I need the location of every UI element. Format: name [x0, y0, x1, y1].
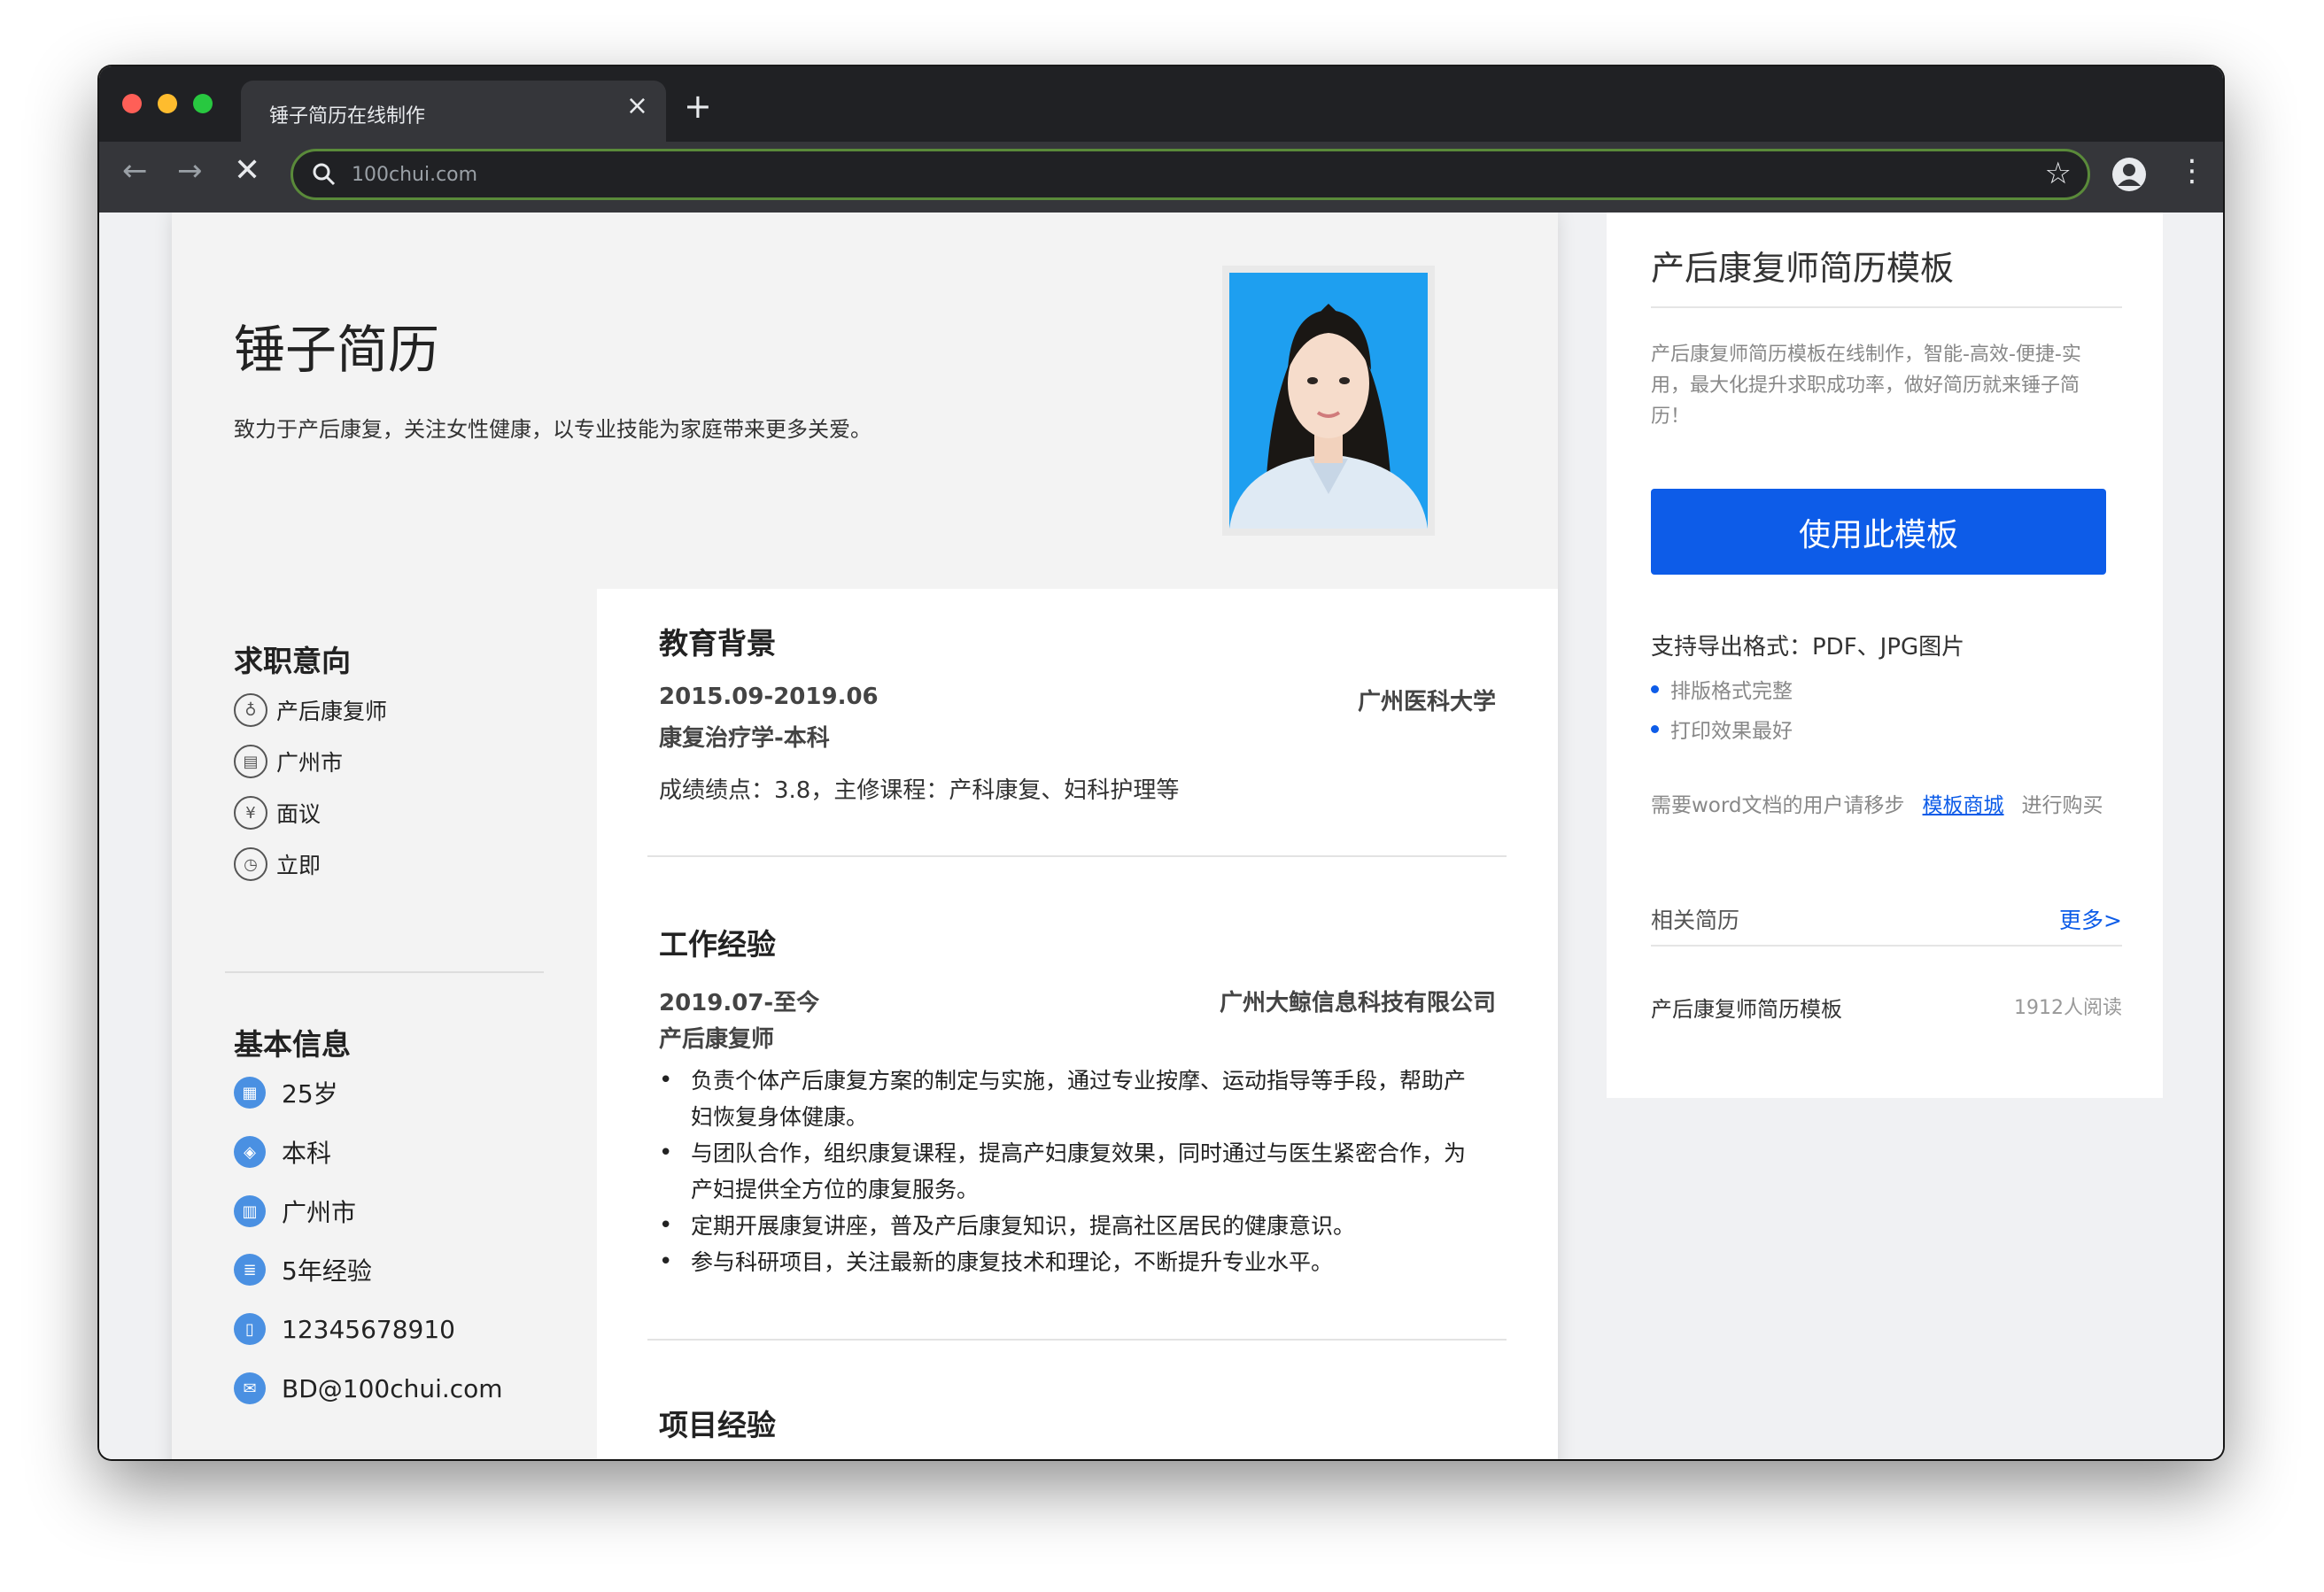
education-detail: 成绩绩点：3.8，主修课程：产科康复、妇科护理等	[659, 777, 1180, 804]
document-icon: ≣	[234, 1254, 266, 1286]
info-row: ◈ 本科	[234, 1132, 331, 1171]
profile-photo	[1222, 266, 1435, 536]
read-count: 1912人阅读	[2014, 997, 2122, 1019]
related-resumes-title: 相关简历	[1651, 908, 1740, 933]
info-row: ▥ 广州市	[234, 1192, 356, 1231]
intent-city: 广州市	[276, 750, 344, 776]
work-period: 2019.07-至今	[659, 990, 820, 1016]
bullet-dot-icon	[1651, 684, 1659, 693]
address-bar[interactable]: 100chui.com ☆	[290, 149, 2090, 200]
calendar-icon: ▦	[234, 1077, 266, 1109]
info-row: ▦ 25岁	[234, 1073, 338, 1112]
phone-icon: ▯	[234, 1313, 266, 1345]
intent-salary: 面议	[276, 801, 321, 827]
related-resume-link[interactable]: 产后康复师简历模板	[1651, 992, 1842, 1023]
url-text[interactable]: 100chui.com	[352, 164, 477, 186]
intent-availability: 立即	[276, 853, 321, 878]
profile-icon[interactable]	[2111, 157, 2147, 192]
back-arrow-icon[interactable]: ←	[122, 156, 148, 186]
mail-icon: ✉	[234, 1372, 266, 1404]
browser-toolbar: ← → ✕ 100chui.com ☆ ⋮	[99, 142, 2223, 213]
intent-row: ◷ 立即	[234, 845, 321, 884]
export-formats: 支持导出格式：PDF、JPG图片	[1651, 634, 1965, 661]
info-row: ▯ 12345678910	[234, 1310, 455, 1349]
yen-icon: ¥	[234, 796, 267, 830]
template-description: 产后康复师简历模板在线制作，智能-高效-便捷-实用，最大化提升求职成功率，做好简…	[1651, 344, 2081, 428]
portrait-image	[1229, 273, 1428, 529]
education-title: 教育背景	[659, 626, 776, 661]
page-viewport: 锤子简历 致力于产后康复，关注女性健康，以专业技能为家庭带来更多关爱。 求职意向…	[99, 213, 2223, 1459]
info-row: ✉ BD@100chui.com	[234, 1369, 503, 1408]
info-city: 广州市	[282, 1198, 357, 1227]
tie-icon: ♁	[234, 693, 267, 727]
resume-motto: 致力于产后康复，关注女性健康，以专业技能为家庭带来更多关爱。	[234, 417, 872, 442]
info-degree: 本科	[282, 1139, 332, 1168]
minimize-window-button[interactable]	[158, 94, 177, 113]
resume-header: 锤子简历 致力于产后康复，关注女性健康，以专业技能为家庭带来更多关爱。	[172, 213, 1558, 589]
template-title: 产后康复师简历模板	[1651, 249, 1955, 288]
browser-window: 锤子简历在线制作 × + ← → ✕ 100chui.com ☆ ⋮ 锤子简历	[99, 66, 2223, 1459]
education-major: 康复治疗学-本科	[659, 725, 830, 752]
intent-row: ¥ 面议	[234, 793, 321, 832]
work-bullets: 负责个体产后康复方案的制定与实施，通过专业按摩、运动指导等手段，帮助产妇恢复身体…	[659, 1063, 1474, 1280]
feature-item: 排版格式完整	[1651, 674, 1793, 704]
clock-icon: ◷	[234, 847, 267, 881]
side-divider	[1651, 945, 2122, 947]
resume-preview: 锤子简历 致力于产后康复，关注女性健康，以专业技能为家庭带来更多关爱。 求职意向…	[172, 213, 1558, 1459]
graduation-cap-icon: ◈	[234, 1136, 266, 1168]
building-icon: ▤	[234, 745, 267, 778]
info-experience: 5年经验	[282, 1256, 372, 1286]
template-side-panel: 产后康复师简历模板 产后康复师简历模板在线制作，智能-高效-便捷-实用，最大化提…	[1607, 213, 2163, 1098]
intent-title: 求职意向	[234, 644, 351, 678]
project-title: 项目经验	[659, 1408, 776, 1442]
left-divider	[225, 971, 544, 973]
word-notice-post: 进行购买	[2021, 794, 2103, 817]
word-notice-pre: 需要word文档的用户请移步	[1651, 794, 1905, 817]
search-icon	[313, 163, 336, 186]
section-divider	[647, 1339, 1507, 1341]
close-window-button[interactable]	[122, 94, 142, 113]
work-company: 广州大鲸信息科技有限公司	[1219, 990, 1496, 1016]
more-link[interactable]: 更多>	[2059, 903, 2122, 935]
tab-close-icon[interactable]: ×	[626, 93, 648, 120]
side-divider	[1651, 306, 2122, 308]
work-position: 产后康复师	[659, 1026, 775, 1053]
basic-info-title: 基本信息	[234, 1027, 351, 1062]
intent-row: ♁ 产后康复师	[234, 691, 387, 730]
intent-position: 产后康复师	[276, 699, 388, 724]
bookmark-star-icon[interactable]: ☆	[2045, 158, 2072, 189]
tab-title: 锤子简历在线制作	[269, 105, 426, 128]
forward-arrow-icon[interactable]: →	[177, 156, 203, 186]
use-template-button[interactable]: 使用此模板	[1651, 489, 2106, 575]
education-period: 2015.09-2019.06	[659, 684, 879, 710]
info-phone: 12345678910	[282, 1314, 455, 1344]
intent-row: ▤ 广州市	[234, 742, 343, 781]
info-row: ≣ 5年经验	[234, 1250, 372, 1289]
list-item: 参与科研项目，关注最新的康复技术和理论，不断提升专业水平。	[659, 1244, 1474, 1280]
list-item: 负责个体产后康复方案的制定与实施，通过专业按摩、运动指导等手段，帮助产妇恢复身体…	[659, 1063, 1474, 1135]
template-store-link[interactable]: 模板商城	[1923, 794, 2004, 817]
feature-text: 打印效果最好	[1670, 720, 1793, 743]
kebab-menu-icon[interactable]: ⋮	[2177, 156, 2207, 186]
work-title: 工作经验	[659, 927, 776, 962]
tab-active[interactable]: 锤子简历在线制作 ×	[241, 81, 666, 142]
info-email: BD@100chui.com	[282, 1373, 503, 1403]
new-tab-icon[interactable]: +	[684, 89, 712, 123]
stop-loading-icon[interactable]: ✕	[234, 155, 260, 187]
tab-bar: 锤子简历在线制作 × +	[99, 66, 2223, 142]
building-icon: ▥	[234, 1195, 266, 1227]
education-school: 广州医科大学	[1357, 689, 1496, 715]
feature-item: 打印效果最好	[1651, 714, 1793, 744]
resume-name: 锤子简历	[234, 320, 440, 380]
list-item: 定期开展康复讲座，普及产后康复知识，提高社区居民的健康意识。	[659, 1208, 1474, 1244]
feature-text: 排版格式完整	[1670, 680, 1793, 703]
info-age: 25岁	[282, 1079, 338, 1109]
bullet-dot-icon	[1651, 724, 1659, 733]
word-notice: 需要word文档的用户请移步 模板商城 进行购买	[1651, 788, 2103, 818]
list-item: 与团队合作，组织康复课程，提高产妇康复效果，同时通过与医生紧密合作，为产妇提供全…	[659, 1135, 1474, 1208]
section-divider	[647, 855, 1507, 857]
maximize-window-button[interactable]	[193, 94, 213, 113]
